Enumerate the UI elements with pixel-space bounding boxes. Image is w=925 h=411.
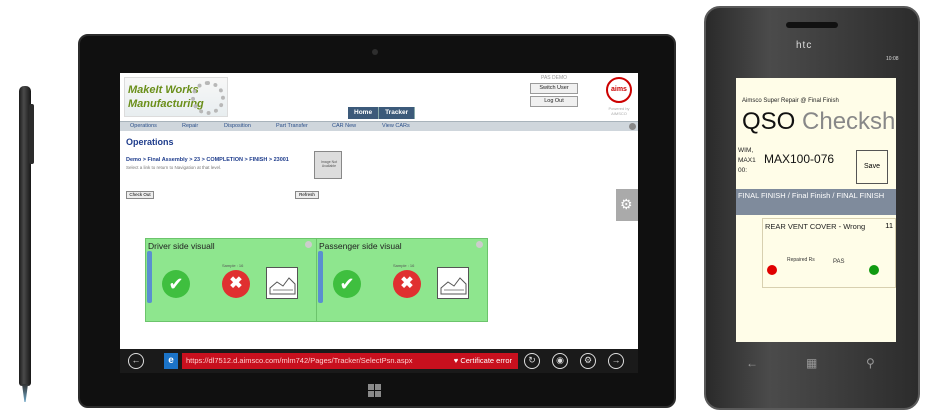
info-icon[interactable]: [476, 241, 483, 248]
phone-screen: Aimsco Super Repair @ Final Finish QSO C…: [736, 78, 896, 342]
wim-line: 00:: [738, 167, 748, 174]
brand-label: htc: [796, 40, 813, 51]
defect-item: REAR VENT COVER - Wrong: [765, 222, 866, 231]
refresh-button[interactable]: Refresh: [295, 191, 319, 199]
switch-user-button[interactable]: Switch User: [530, 83, 578, 94]
search-icon[interactable]: ⚲: [866, 356, 875, 370]
panel-photo[interactable]: [266, 267, 298, 299]
wim-info: WIM, MAX1 00:: [738, 146, 756, 176]
part-number: MAX100-076: [764, 152, 835, 166]
cross-icon: ✖: [400, 275, 414, 292]
repaired-label: Repaired Rs: [787, 257, 815, 263]
menu-bar: Operations Repair Disposition Part Trans…: [120, 121, 638, 131]
stylus-pen: [14, 86, 36, 404]
panel-title: Passenger side visual: [319, 241, 402, 251]
panel-side-handle[interactable]: [147, 251, 152, 303]
pass-indicator[interactable]: [869, 265, 879, 275]
part-image: Image Not Available: [314, 151, 342, 179]
back-icon[interactable]: ←: [128, 353, 144, 369]
pass-button[interactable]: ✔: [333, 270, 361, 298]
image-placeholder-text: Image Not Available: [320, 160, 338, 168]
pas-label: PAS: [833, 259, 845, 265]
panel-photo[interactable]: [437, 267, 469, 299]
nav-tracker[interactable]: Tracker: [379, 107, 416, 119]
menu-car-new[interactable]: CAR New: [332, 123, 356, 129]
cross-icon: ✖: [229, 275, 243, 292]
check-icon: ✔: [168, 274, 184, 294]
pass-button[interactable]: ✔: [162, 270, 190, 298]
log-out-button[interactable]: Log Out: [530, 96, 578, 107]
info-icon[interactable]: [305, 241, 312, 248]
user-name: PAS DEMO: [540, 75, 568, 81]
inspection-panel-passenger: Passenger side visual Sample : 16 ✔ ✖: [316, 238, 488, 322]
menu-part-transfer[interactable]: Part Transfer: [276, 123, 308, 129]
pin-icon[interactable]: ◉: [552, 353, 568, 369]
certificate-error[interactable]: ♥ Certificate error: [454, 356, 512, 365]
phone-device: htc 10:08 Aimsco Super Repair @ Final Fi…: [704, 6, 920, 410]
logo-line1: MakeIt Works: [128, 84, 199, 96]
menu-view-cars[interactable]: View CARs: [382, 123, 410, 129]
fail-button[interactable]: ✖: [393, 270, 421, 298]
nav-home[interactable]: Home: [348, 107, 380, 119]
title-sub: Checkshe: [802, 108, 896, 135]
settings-tab[interactable]: ⚙: [616, 189, 638, 221]
panel-side-handle[interactable]: [318, 251, 323, 303]
browser-bar: ← e https://dl7512.d.aimsco.com/mlm742/P…: [120, 349, 638, 373]
ie-icon: e: [164, 353, 178, 369]
gear-icon: ⚙: [620, 196, 633, 212]
fail-button[interactable]: ✖: [222, 270, 250, 298]
sample-count: Sample : 16: [222, 263, 244, 268]
wim-line: WIM,: [738, 147, 754, 154]
aims-logo-text: aims: [611, 86, 627, 93]
forward-icon[interactable]: →: [608, 353, 624, 369]
user-box: PAS DEMO Switch User Log Out: [530, 75, 578, 107]
app-header: MakeIt Works Manufacturing Home Tracker …: [120, 73, 638, 121]
check-out-button[interactable]: Check Out: [126, 191, 154, 199]
sample-count: Sample : 16: [393, 263, 415, 268]
path-bar: FINAL FINISH / Final Finish / FINAL FINI…: [736, 189, 896, 215]
breadcrumb[interactable]: Demo > Final Assembly > 23 > COMPLETION …: [126, 157, 289, 163]
panel-title: Driver side visuall: [148, 241, 215, 251]
tools-icon[interactable]: ⚙: [580, 353, 596, 369]
menu-operations[interactable]: Operations: [130, 123, 157, 129]
phone-speaker: [786, 22, 838, 28]
page-title: Operations: [126, 137, 174, 147]
app-header: Aimsco Super Repair @ Final Finish: [742, 98, 839, 104]
breadcrumb-hint: Select a link to return to Navigation at…: [126, 165, 222, 170]
refresh-icon[interactable]: ↻: [524, 353, 540, 369]
camera-icon: [372, 49, 378, 55]
main-nav: Home Tracker: [348, 107, 416, 119]
certificate-text: Certificate error: [460, 356, 512, 365]
gear-icon: [191, 81, 225, 115]
page-title: QSO Checkshe: [742, 108, 896, 136]
tablet-device: MakeIt Works Manufacturing Home Tracker …: [78, 34, 676, 408]
company-logo: MakeIt Works Manufacturing: [124, 77, 228, 117]
menu-repair[interactable]: Repair: [182, 123, 198, 129]
fail-indicator[interactable]: [767, 265, 777, 275]
title-main: QSO: [742, 108, 796, 135]
windows-icon[interactable]: [368, 384, 382, 398]
clock: 10:08: [886, 56, 899, 62]
back-icon[interactable]: ←: [746, 356, 758, 370]
aims-logo: aims: [606, 77, 632, 103]
save-button[interactable]: Save: [856, 150, 888, 184]
address-url[interactable]: https://dl7512.d.aimsco.com/mlm742/Pages…: [186, 356, 413, 365]
tablet-screen: MakeIt Works Manufacturing Home Tracker …: [120, 73, 638, 373]
powered-by: Powered by AIMSCO: [608, 106, 630, 116]
windows-icon[interactable]: ▦: [806, 356, 817, 370]
menu-disposition[interactable]: Disposition: [224, 123, 251, 129]
check-icon: ✔: [339, 274, 355, 294]
defect-count: 11: [885, 221, 893, 230]
inspection-panel-driver: Driver side visuall Sample : 16 ✔ ✖: [145, 238, 317, 322]
help-icon[interactable]: [629, 123, 636, 130]
address-bar[interactable]: e https://dl7512.d.aimsco.com/mlm742/Pag…: [164, 353, 518, 369]
defect-card[interactable]: REAR VENT COVER - Wrong 11 Repaired Rs P…: [762, 218, 896, 288]
wim-line: MAX1: [738, 157, 756, 164]
